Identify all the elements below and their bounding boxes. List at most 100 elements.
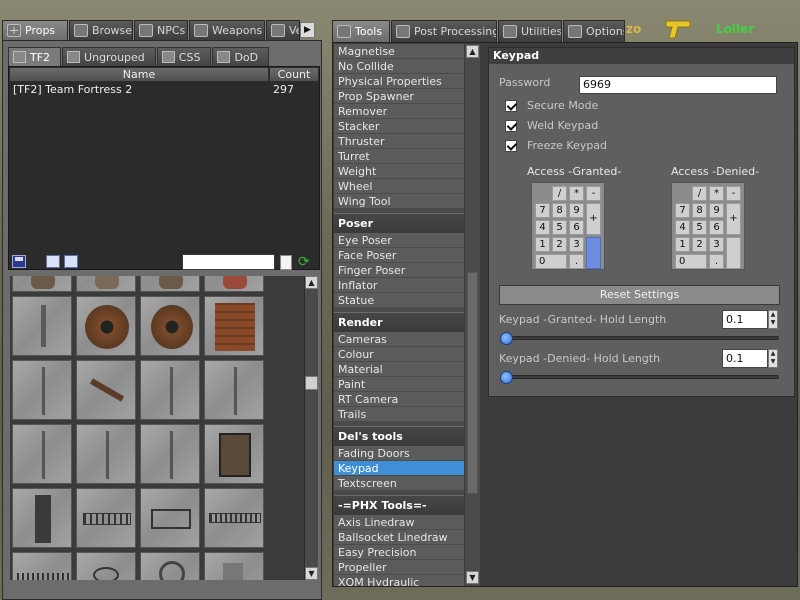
subtab-css[interactable]: CSS bbox=[156, 47, 212, 66]
subtab-dod[interactable]: DoD bbox=[212, 47, 270, 66]
prop-cell[interactable] bbox=[140, 552, 200, 580]
tool-item-remover[interactable]: Remover bbox=[334, 104, 464, 119]
tool-item-stacker[interactable]: Stacker bbox=[334, 119, 464, 134]
icon-view-icon[interactable] bbox=[46, 255, 60, 268]
tool-item-cameras[interactable]: Cameras bbox=[334, 332, 464, 347]
denied-hold-length-stepper[interactable]: ▲ ▼ bbox=[768, 349, 778, 368]
prop-cell[interactable] bbox=[76, 360, 136, 420]
prop-cell[interactable] bbox=[204, 488, 264, 548]
prop-cell[interactable] bbox=[12, 360, 72, 420]
tool-item-rt-camera[interactable]: RT Camera bbox=[334, 392, 464, 407]
subtab-tf2[interactable]: TF2 bbox=[8, 47, 62, 66]
tool-item-inflator[interactable]: Inflator bbox=[334, 278, 464, 293]
granted-hold-length-input[interactable]: 0.1 bbox=[722, 310, 768, 329]
scroll-up-button[interactable]: ▲ bbox=[466, 45, 479, 58]
tab-props[interactable]: Props bbox=[2, 20, 68, 40]
weld-keypad-checkbox[interactable] bbox=[505, 120, 517, 132]
prop-cell[interactable] bbox=[204, 552, 264, 580]
tool-category-header[interactable]: -=PHX Tools=- bbox=[334, 495, 464, 515]
tool-item-thruster[interactable]: Thruster bbox=[334, 134, 464, 149]
prop-cell[interactable] bbox=[204, 276, 264, 292]
prop-cell[interactable] bbox=[12, 552, 72, 580]
prop-cell[interactable] bbox=[140, 488, 200, 548]
search-input[interactable] bbox=[182, 254, 275, 270]
tool-item-fading-doors[interactable]: Fading Doors bbox=[334, 446, 464, 461]
granted-hold-length-slider-knob[interactable] bbox=[500, 332, 513, 345]
column-header-count[interactable]: Count bbox=[269, 67, 319, 82]
tool-item-physical-properties[interactable]: Physical Properties bbox=[334, 74, 464, 89]
tab-tools[interactable]: Tools bbox=[332, 20, 390, 42]
save-icon[interactable] bbox=[12, 255, 26, 268]
tool-item-axis-linedraw[interactable]: Axis Linedraw bbox=[334, 515, 464, 530]
scroll-down-button[interactable]: ▼ bbox=[466, 571, 479, 584]
prop-cell[interactable] bbox=[204, 360, 264, 420]
refresh-icon[interactable]: ⟳ bbox=[298, 255, 314, 271]
list-view-icon[interactable] bbox=[64, 255, 78, 268]
reset-settings-button[interactable]: Reset Settings bbox=[499, 285, 780, 305]
secure-mode-checkbox[interactable] bbox=[505, 100, 517, 112]
tool-item-wing-tool[interactable]: Wing Tool bbox=[334, 194, 464, 209]
prop-cell[interactable] bbox=[76, 296, 136, 356]
tab-browse[interactable]: Browse bbox=[69, 20, 133, 40]
table-row[interactable]: [TF2] Team Fortress 2 297 bbox=[9, 82, 319, 98]
prop-grid-scrollbar[interactable]: ▲ ▼ bbox=[304, 276, 318, 580]
tool-category-header[interactable]: Poser bbox=[334, 213, 464, 233]
tab-scroll-right-button[interactable]: ▶ bbox=[300, 22, 315, 38]
tool-item-ballsocket-linedraw[interactable]: Ballsocket Linedraw bbox=[334, 530, 464, 545]
tool-item-material[interactable]: Material bbox=[334, 362, 464, 377]
prop-cell[interactable] bbox=[12, 296, 72, 356]
denied-hold-length-slider[interactable] bbox=[501, 375, 779, 379]
column-header-name[interactable]: Name bbox=[9, 67, 269, 82]
scroll-thumb[interactable] bbox=[467, 272, 478, 494]
prop-cell[interactable] bbox=[204, 424, 264, 484]
tab-options[interactable]: Options bbox=[563, 20, 625, 42]
tool-item-turret[interactable]: Turret bbox=[334, 149, 464, 164]
tool-item-paint[interactable]: Paint bbox=[334, 377, 464, 392]
tab-utilities[interactable]: Utilities bbox=[498, 20, 562, 42]
prop-cell[interactable] bbox=[140, 276, 200, 292]
scroll-thumb[interactable] bbox=[305, 376, 318, 390]
tab-post-processing[interactable]: Post Processing bbox=[391, 20, 497, 42]
tool-item-propeller[interactable]: Propeller bbox=[334, 560, 464, 575]
tab-vehicles[interactable]: Ve bbox=[266, 20, 300, 40]
granted-hold-length-slider[interactable] bbox=[501, 336, 779, 340]
tool-item-easy-precision[interactable]: Easy Precision bbox=[334, 545, 464, 560]
tool-item-colour[interactable]: Colour bbox=[334, 347, 464, 362]
tool-item-eye-poser[interactable]: Eye Poser bbox=[334, 233, 464, 248]
tool-item-magnetise[interactable]: Magnetise bbox=[334, 44, 464, 59]
denied-hold-length-slider-knob[interactable] bbox=[500, 371, 513, 384]
tool-item-finger-poser[interactable]: Finger Poser bbox=[334, 263, 464, 278]
scroll-down-button[interactable]: ▼ bbox=[305, 567, 318, 580]
tool-item-weight[interactable]: Weight bbox=[334, 164, 464, 179]
prop-cell[interactable] bbox=[140, 296, 200, 356]
prop-cell[interactable] bbox=[204, 296, 264, 356]
denied-hold-length-input[interactable]: 0.1 bbox=[722, 349, 768, 368]
tool-list-scrollbar[interactable]: ▲ ▼ bbox=[465, 44, 480, 586]
tool-item-trails[interactable]: Trails bbox=[334, 407, 464, 422]
freeze-keypad-checkbox[interactable] bbox=[505, 140, 517, 152]
prop-cell[interactable] bbox=[140, 424, 200, 484]
tool-category-header[interactable]: Del's tools bbox=[334, 426, 464, 446]
prop-cell[interactable] bbox=[76, 276, 136, 292]
tool-item-xqm-hydraulic[interactable]: XQM Hydraulic bbox=[334, 575, 464, 586]
granted-hold-length-stepper[interactable]: ▲ ▼ bbox=[768, 310, 778, 329]
subtab-ungrouped[interactable]: Ungrouped bbox=[62, 47, 156, 66]
tool-item-face-poser[interactable]: Face Poser bbox=[334, 248, 464, 263]
prop-cell[interactable] bbox=[76, 488, 136, 548]
prop-cell[interactable] bbox=[12, 276, 72, 292]
tool-item-prop-spawner[interactable]: Prop Spawner bbox=[334, 89, 464, 104]
tool-item-no-collide[interactable]: No Collide bbox=[334, 59, 464, 74]
prop-cell[interactable] bbox=[76, 552, 136, 580]
prop-cell[interactable] bbox=[140, 360, 200, 420]
prop-cell[interactable] bbox=[12, 488, 72, 548]
prop-cell[interactable] bbox=[76, 424, 136, 484]
password-input[interactable]: 6969 bbox=[579, 76, 777, 94]
tab-weapons[interactable]: Weapons bbox=[189, 20, 265, 40]
tool-item-textscreen[interactable]: Textscreen bbox=[334, 476, 464, 491]
tool-item-wheel[interactable]: Wheel bbox=[334, 179, 464, 194]
tool-item-statue[interactable]: Statue bbox=[334, 293, 464, 308]
tab-npcs[interactable]: NPCs bbox=[134, 20, 188, 40]
page-icon[interactable] bbox=[280, 255, 292, 270]
tool-item-keypad[interactable]: Keypad bbox=[334, 461, 464, 476]
prop-cell[interactable] bbox=[12, 424, 72, 484]
